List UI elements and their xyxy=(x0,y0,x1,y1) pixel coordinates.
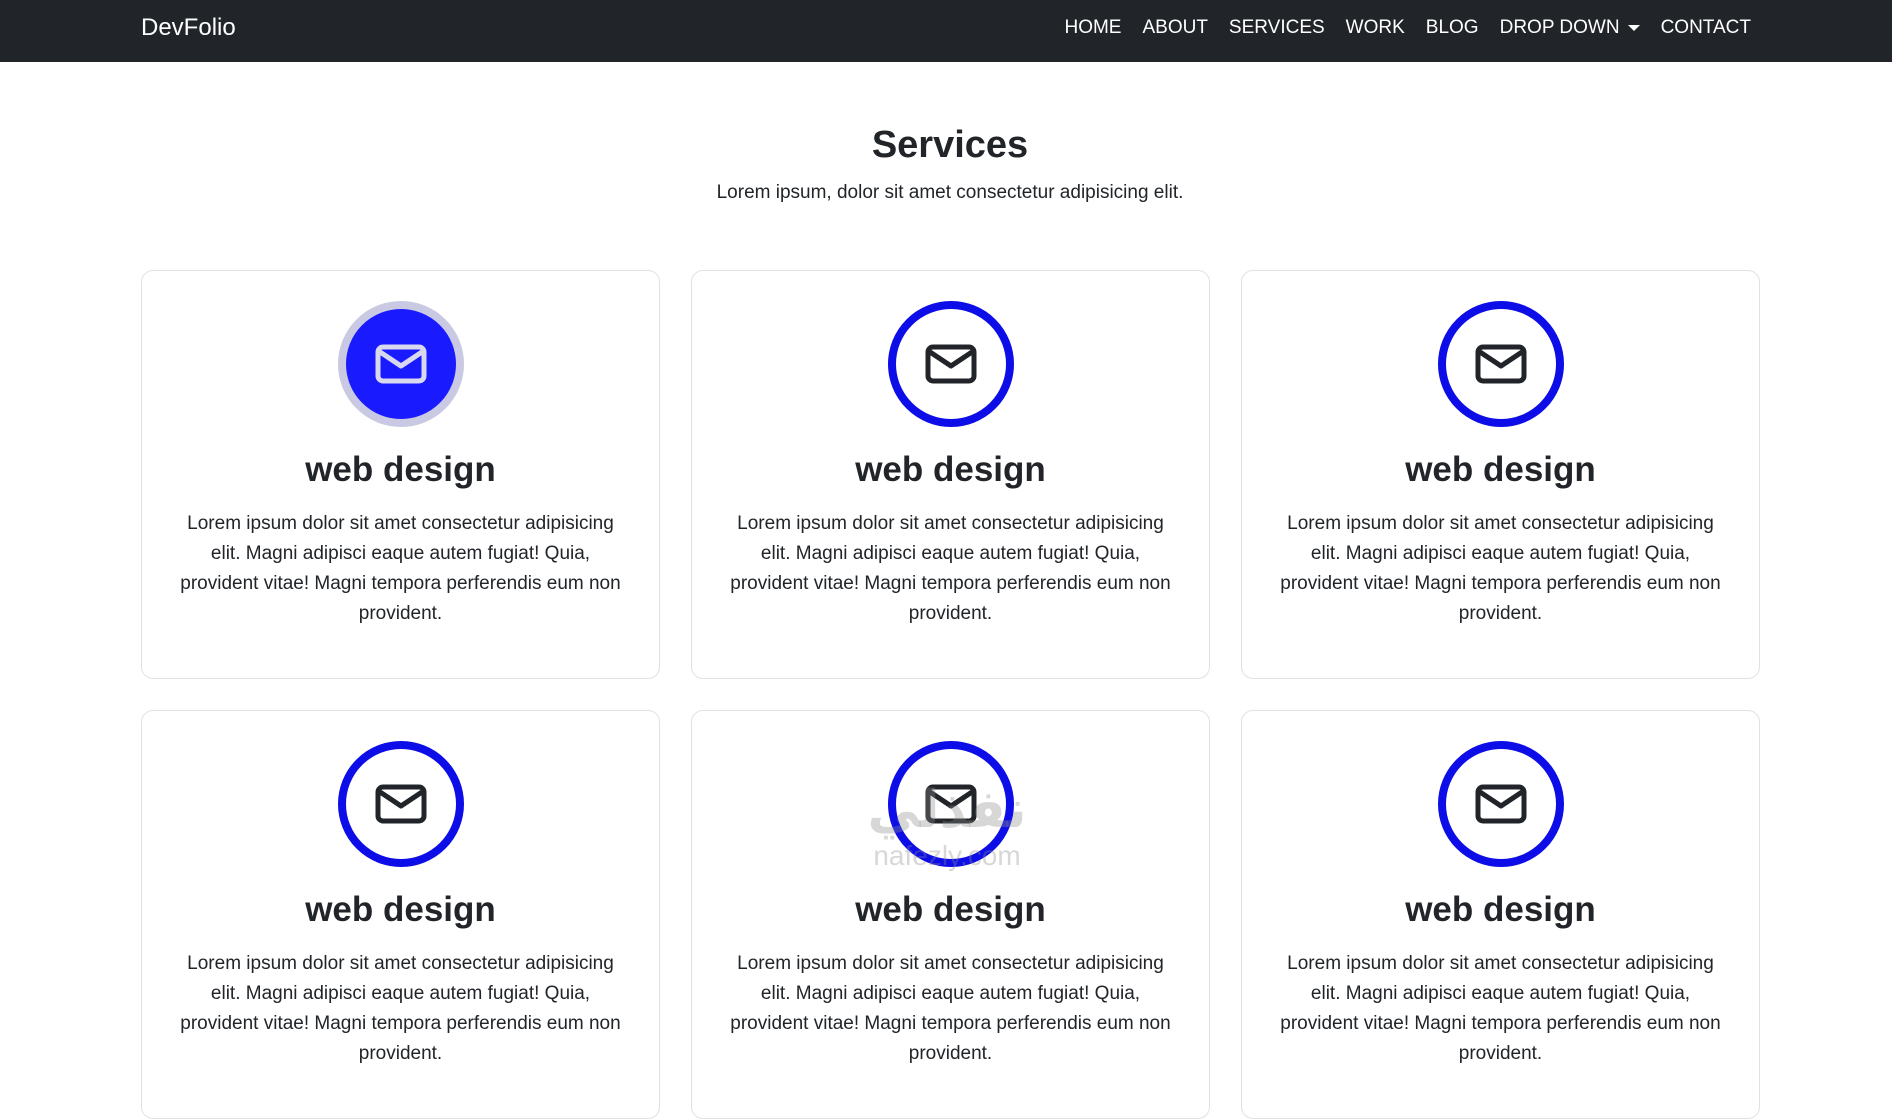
service-icon-circle xyxy=(1438,301,1564,427)
top-navbar: DevFolio HOME ABOUT SERVICES WORK BLOG D… xyxy=(0,0,1892,62)
service-icon-circle xyxy=(338,741,464,867)
nav-dropdown-toggle[interactable]: DROP DOWN xyxy=(1500,0,1640,56)
service-card-title: web design xyxy=(855,450,1046,489)
envelope-icon xyxy=(1475,784,1527,824)
service-card-text: Lorem ipsum dolor sit amet consectetur a… xyxy=(180,513,621,624)
brand-logo-link[interactable]: DevFolio xyxy=(141,0,236,56)
service-card[interactable]: web design Lorem ipsum dolor sit amet co… xyxy=(1241,270,1760,679)
envelope-icon xyxy=(1475,344,1527,384)
service-card-text: Lorem ipsum dolor sit amet consectetur a… xyxy=(730,513,1171,624)
service-card[interactable]: web design Lorem ipsum dolor sit amet co… xyxy=(141,710,660,1119)
nav-dropdown-label: DROP DOWN xyxy=(1499,17,1620,38)
nav-link-contact[interactable]: CONTACT xyxy=(1661,0,1751,56)
nav-links: HOME ABOUT SERVICES WORK BLOG DROP DOWN … xyxy=(1064,0,1751,56)
service-card-title: web design xyxy=(305,890,496,929)
service-card-text: Lorem ipsum dolor sit amet consectetur a… xyxy=(180,953,621,1064)
service-card[interactable]: web design Lorem ipsum dolor sit amet co… xyxy=(691,270,1210,679)
caret-down-icon xyxy=(1627,25,1640,31)
envelope-icon xyxy=(375,784,427,824)
section-title: Services xyxy=(871,124,1029,166)
service-icon-circle xyxy=(888,741,1014,867)
nav-link-about[interactable]: ABOUT xyxy=(1142,0,1207,56)
service-icon-circle xyxy=(338,301,464,427)
service-card[interactable]: web design Lorem ipsum dolor sit amet co… xyxy=(141,270,660,679)
nav-link-blog[interactable]: BLOG xyxy=(1426,0,1479,56)
service-card-title: web design xyxy=(305,450,496,489)
section-subtitle: Lorem ipsum, dolor sit amet consectetur … xyxy=(716,182,1184,203)
service-card-title: web design xyxy=(855,890,1046,929)
nav-link-home[interactable]: HOME xyxy=(1064,0,1121,56)
services-grid: web design Lorem ipsum dolor sit amet co… xyxy=(141,270,1761,1119)
service-card-title: web design xyxy=(1405,450,1596,489)
service-card-text: Lorem ipsum dolor sit amet consectetur a… xyxy=(1280,953,1721,1064)
service-icon-circle xyxy=(1438,741,1564,867)
service-card[interactable]: web design Lorem ipsum dolor sit amet co… xyxy=(691,710,1210,1119)
envelope-icon xyxy=(925,344,977,384)
service-icon-circle xyxy=(888,301,1014,427)
nav-link-services[interactable]: SERVICES xyxy=(1229,0,1325,56)
service-card[interactable]: web design Lorem ipsum dolor sit amet co… xyxy=(1241,710,1760,1119)
nav-link-work[interactable]: WORK xyxy=(1346,0,1405,56)
service-card-text: Lorem ipsum dolor sit amet consectetur a… xyxy=(730,953,1171,1064)
service-card-text: Lorem ipsum dolor sit amet consectetur a… xyxy=(1280,513,1721,624)
envelope-icon xyxy=(925,784,977,824)
envelope-icon xyxy=(375,344,427,384)
service-card-title: web design xyxy=(1405,890,1596,929)
